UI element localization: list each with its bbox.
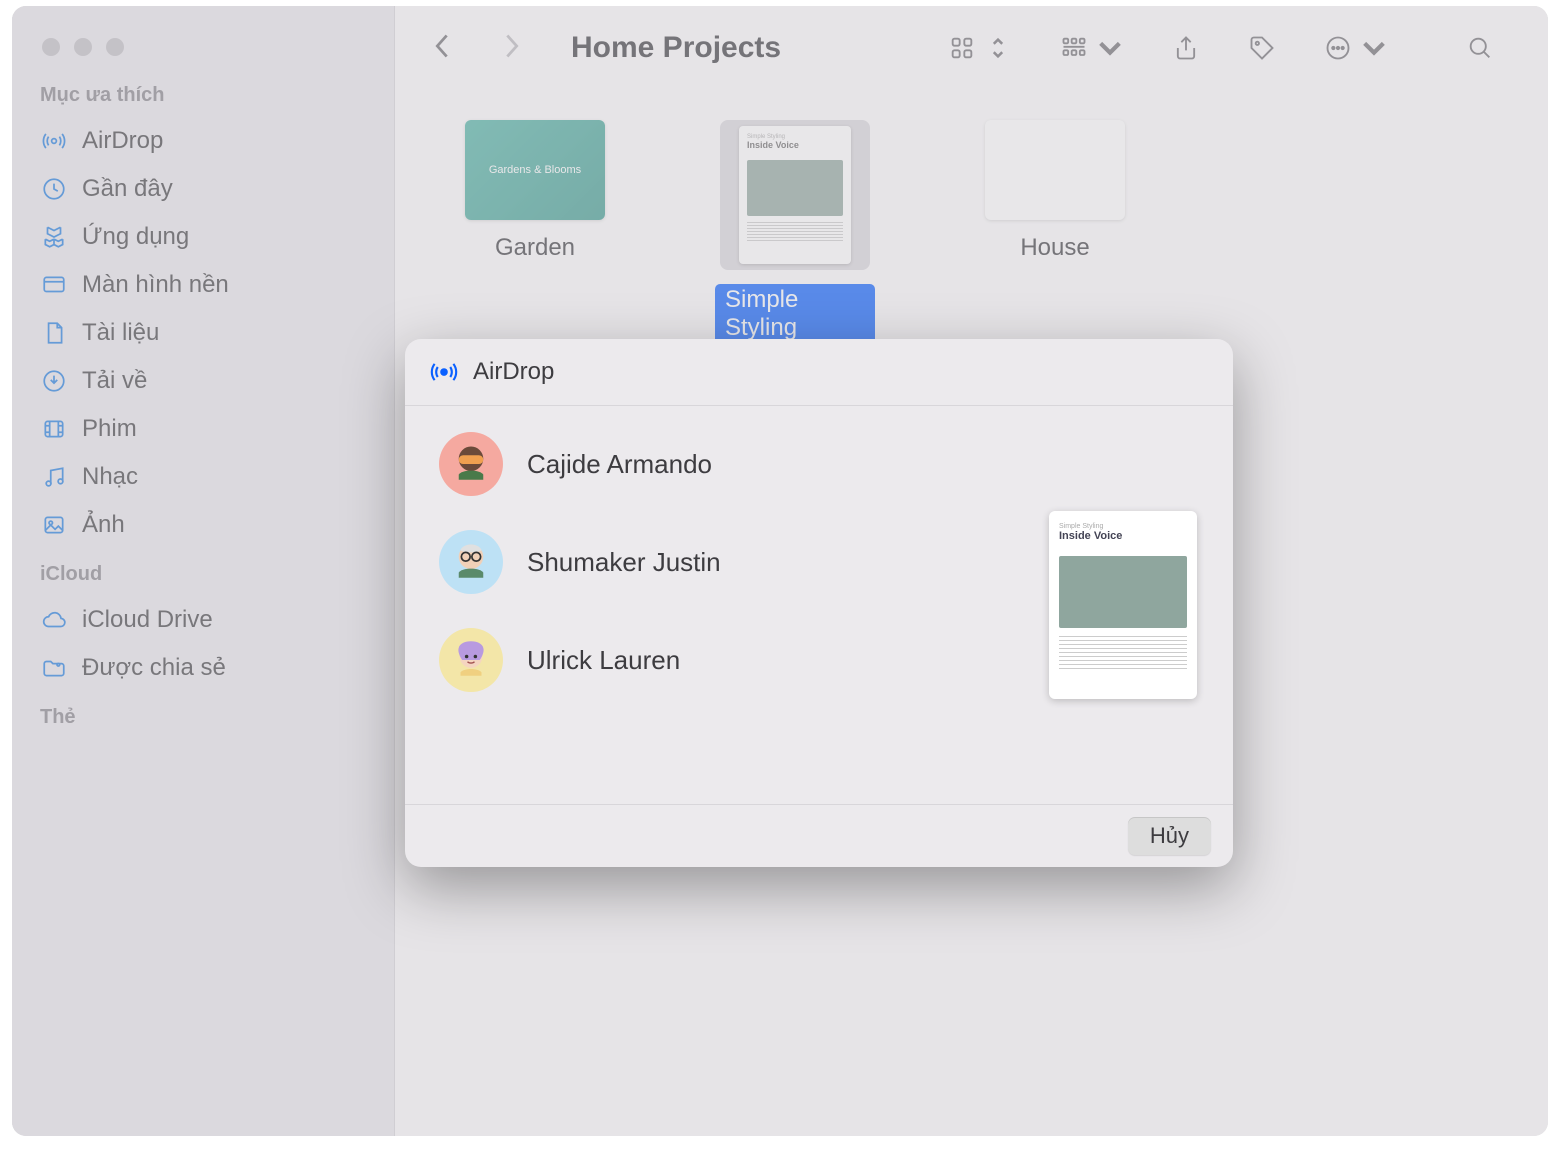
airdrop-contact[interactable]: Ulrick Lauren — [439, 628, 979, 692]
finder-window: Mục ưa thích AirDrop Gần đây Ứng dụng Mà… — [12, 6, 1548, 1136]
sheet-title: AirDrop — [473, 358, 554, 386]
airdrop-sheet: AirDrop Cajide Armando Shumaker Justin — [405, 339, 1233, 867]
airdrop-contact[interactable]: Shumaker Justin — [439, 530, 979, 594]
sheet-footer: Hủy — [405, 804, 1233, 867]
contact-list: Cajide Armando Shumaker Justin Ulrick La… — [405, 406, 1013, 804]
airdrop-icon — [429, 357, 459, 387]
contact-name: Cajide Armando — [527, 449, 712, 480]
sheet-body: Cajide Armando Shumaker Justin Ulrick La… — [405, 406, 1233, 804]
share-preview: Simple Styling Inside Voice — [1013, 406, 1233, 804]
avatar — [439, 530, 503, 594]
preview-document: Simple Styling Inside Voice — [1049, 511, 1197, 699]
airdrop-contact[interactable]: Cajide Armando — [439, 432, 979, 496]
contact-name: Ulrick Lauren — [527, 645, 680, 676]
avatar — [439, 432, 503, 496]
cancel-button[interactable]: Hủy — [1128, 817, 1211, 855]
avatar — [439, 628, 503, 692]
contact-name: Shumaker Justin — [527, 547, 721, 578]
sheet-header: AirDrop — [405, 339, 1233, 406]
